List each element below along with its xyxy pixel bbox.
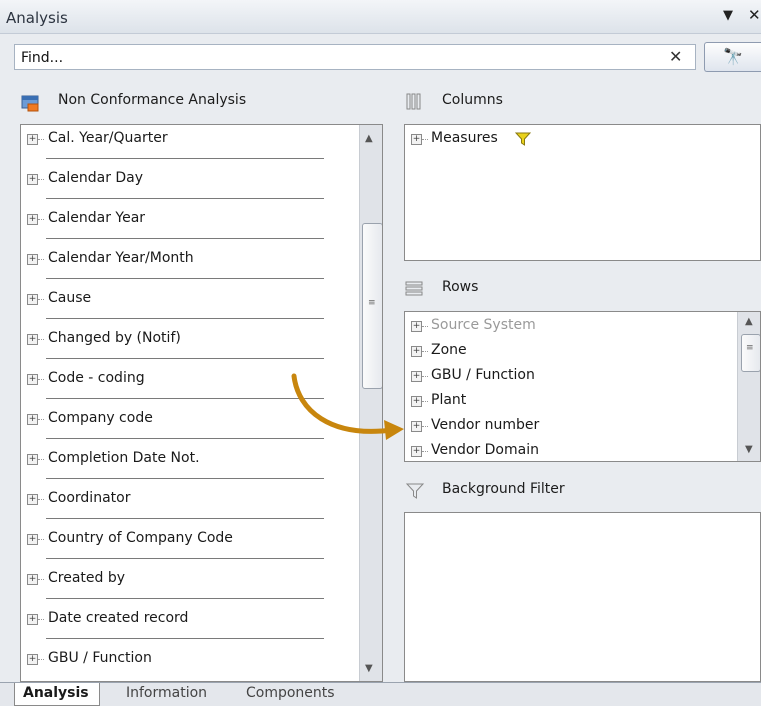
filter-icon [515,132,531,146]
search-button[interactable]: 🔭 [704,42,761,72]
tab-analysis[interactable]: Analysis [14,683,100,706]
list-item[interactable]: + Date created record [21,605,361,645]
rows-item[interactable]: + Zone [411,341,711,366]
rows-item[interactable]: + Vendor number [411,416,711,441]
rows-scrollbar[interactable]: ▲ ≡ ▼ [737,312,760,461]
list-item[interactable]: + Cause [21,285,361,325]
left-panel-header: Non Conformance Analysis [20,92,380,114]
grip-icon: ≡ [368,298,376,308]
expand-icon[interactable]: + [27,174,38,185]
columns-header: Columns [404,92,744,114]
scroll-up-icon[interactable]: ▲ [745,316,753,327]
expand-icon[interactable]: + [411,346,422,357]
columns-drop-area[interactable]: + Measures [404,124,761,261]
expand-icon[interactable]: + [27,214,38,225]
panel-title-bar: Analysis ▼ ✕ [0,0,761,34]
tab-information[interactable]: Information [112,683,222,705]
tab-components[interactable]: Components [232,683,360,705]
rows-drop-area[interactable]: + Source System + Zone + GBU / Function + Pl… [404,311,761,462]
background-filter-drop-area[interactable] [404,512,761,682]
expand-icon[interactable]: + [27,134,38,145]
dropdown-icon[interactable]: ▼ [723,8,733,23]
list-item[interactable]: + Calendar Day [21,165,361,205]
expand-icon[interactable]: + [27,294,38,305]
filter-outline-icon [405,483,425,499]
rows-title: Rows [442,279,479,295]
background-filter-title: Background Filter [442,481,565,497]
left-panel-title: Non Conformance Analysis [58,92,247,108]
expand-icon[interactable]: + [27,414,38,425]
rows-item[interactable]: + GBU / Function [411,366,711,391]
list-item[interactable]: + Changed by (Notif) [21,325,361,365]
scroll-up-icon[interactable]: ▲ [365,133,373,144]
expand-icon[interactable]: + [27,494,38,505]
list-item[interactable]: + Coordinator [21,485,361,525]
rows-header: Rows [404,279,744,301]
expand-icon[interactable]: + [27,534,38,545]
rows-item[interactable]: + Source System [411,316,711,341]
list-item[interactable]: + Created by [21,565,361,605]
scroll-thumb[interactable]: ≡ [741,334,760,372]
columns-title: Columns [442,92,503,108]
binoculars-icon: 🔭 [723,47,743,66]
expand-icon[interactable]: + [27,654,38,665]
drag-arrow-icon [291,373,404,440]
columns-icon [406,93,421,110]
expand-icon[interactable]: + [27,614,38,625]
expand-icon[interactable]: + [27,254,38,265]
list-item[interactable]: + Calendar Year [21,205,361,245]
expand-icon[interactable]: + [27,574,38,585]
list-item[interactable]: + Country of Company Code [21,525,361,565]
find-field[interactable]: ✕ [14,44,696,70]
close-icon[interactable]: ✕ [748,6,761,24]
bottom-tab-bar: Analysis Information Components [0,682,761,706]
columns-item-measures[interactable]: + Measures [411,129,611,154]
list-item[interactable]: + Calendar Year/Month [21,245,361,285]
expand-icon[interactable]: + [27,454,38,465]
background-filter-header: Background Filter [404,481,744,503]
rows-item[interactable]: + Vendor Domain [411,441,711,461]
rows-item[interactable]: + Plant [411,391,711,416]
list-item[interactable]: + GBU / Function [21,645,361,681]
scroll-down-icon[interactable]: ▼ [365,663,373,674]
find-input[interactable] [19,46,663,70]
scroll-thumb[interactable]: ≡ [362,223,382,389]
cube-icon [21,95,39,112]
list-item[interactable]: + Cal. Year/Quarter [21,125,361,165]
expand-icon[interactable]: + [27,334,38,345]
panel-title: Analysis [6,9,68,27]
rows-icon [405,281,423,296]
expand-icon[interactable]: + [27,374,38,385]
clear-icon[interactable]: ✕ [669,47,682,66]
expand-icon[interactable]: + [411,134,422,145]
grip-icon: ≡ [746,343,754,353]
scroll-down-icon[interactable]: ▼ [745,444,753,455]
expand-icon[interactable]: + [411,321,422,332]
